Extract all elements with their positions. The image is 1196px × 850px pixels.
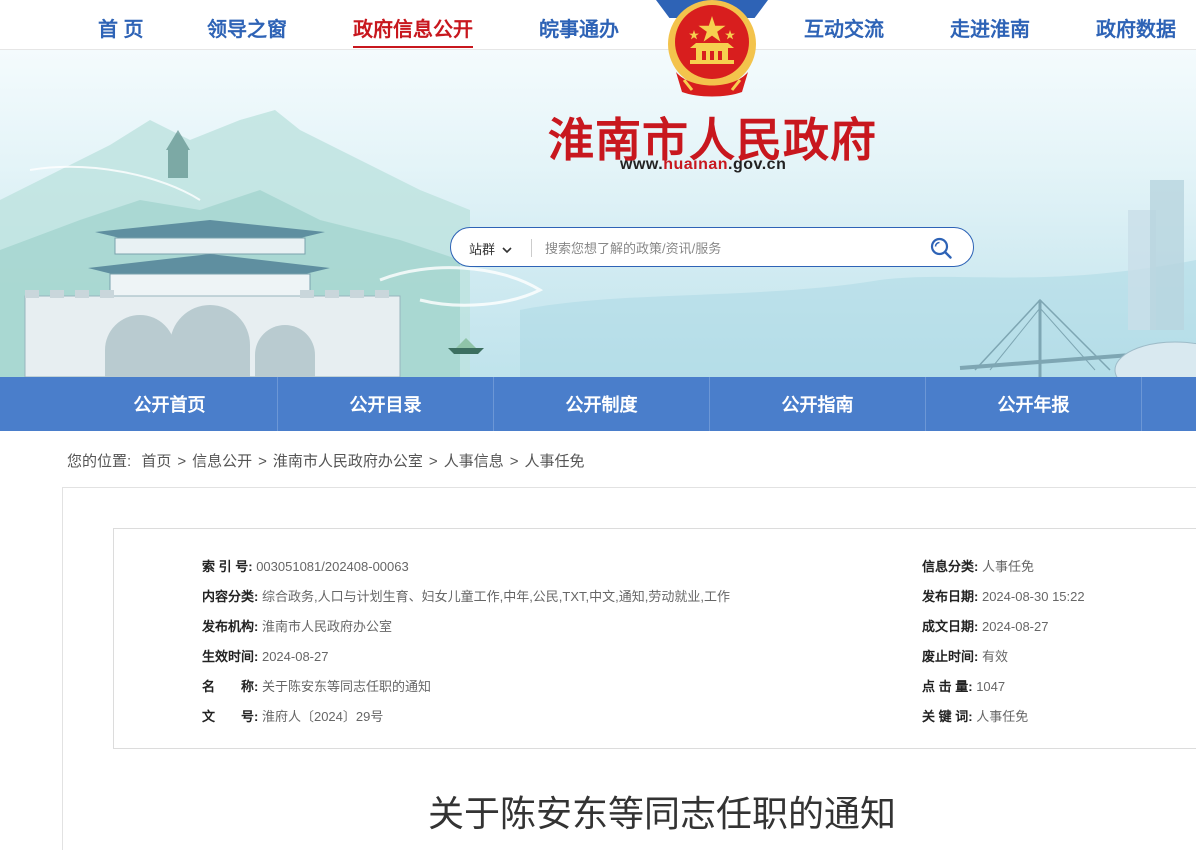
breadcrumb-item-personnel-info[interactable]: 人事信息 xyxy=(444,453,504,470)
disclosure-nav-rules[interactable]: 公开制度 xyxy=(494,377,710,431)
meta-content-category: 内容分类: 综合政务,人口与计划生育、妇女儿童工作,中年,公民,TXT,中文,通… xyxy=(202,589,730,604)
search-icon[interactable] xyxy=(929,236,953,260)
document-title: 关于陈安东等同志任职的通知 xyxy=(427,793,896,834)
breadcrumb-separator: > xyxy=(509,453,519,470)
meta-info-category: 信息分类: 人事任免 xyxy=(922,559,1034,574)
disclosure-nav-home[interactable]: 公开首页 xyxy=(62,377,278,431)
top-nav-item-interaction[interactable]: 互动交流 xyxy=(804,13,884,42)
disclosure-nav-catalog[interactable]: 公开目录 xyxy=(278,377,494,431)
breadcrumb-item-appointments[interactable]: 人事任免 xyxy=(524,453,584,470)
top-nav-item-gov-data[interactable]: 政府数据 xyxy=(1096,13,1176,42)
meta-name: 名 称: 关于陈安东等同志任职的通知 xyxy=(202,679,431,694)
top-nav-item-info-disclosure[interactable]: 政府信息公开 xyxy=(353,13,473,42)
top-nav-item-services[interactable]: 皖事通办 xyxy=(539,13,619,42)
search-scope-select[interactable]: 站群 xyxy=(469,239,512,258)
top-nav: 首 页 领导之窗 政府信息公开 皖事通办 互动交流 走进淮南 政府数据 xyxy=(0,0,1196,50)
breadcrumb-separator: > xyxy=(258,453,267,470)
breadcrumb-separator: > xyxy=(177,453,187,470)
top-nav-item-home[interactable]: 首 页 xyxy=(98,13,144,42)
banner-landscape-illustration xyxy=(0,110,1196,377)
breadcrumb-label: 您的位置: xyxy=(67,453,132,470)
header-banner: 淮南市人民政府 www.huainan.gov.cn 站群 xyxy=(0,50,1196,377)
breadcrumb: 您的位置: 首页 > 信息公开 > 淮南市人民政府办公室 > 人事信息 > 人事任免 xyxy=(67,450,584,471)
meta-document-number: 文 号: 淮府人〔2024〕29号 xyxy=(202,709,384,724)
breadcrumb-item-info-disclosure[interactable]: 信息公开 xyxy=(192,453,252,470)
meta-written-date: 成文日期: 2024-08-27 xyxy=(922,619,1049,634)
document-metadata-table: 索 引 号: 003051081/202408-00063 内容分类: 综合政务… xyxy=(113,528,1196,749)
breadcrumb-separator: > xyxy=(428,453,438,470)
meta-effective-date: 生效时间: 2024-08-27 xyxy=(202,649,329,664)
meta-keywords: 关 键 词: 人事任免 xyxy=(922,709,1029,724)
national-emblem-icon xyxy=(668,0,756,97)
top-nav-item-about-huainan[interactable]: 走进淮南 xyxy=(950,13,1030,42)
active-tab-indicator xyxy=(353,46,473,48)
top-nav-item-leaders[interactable]: 领导之窗 xyxy=(207,13,287,42)
breadcrumb-item-home[interactable]: 首页 xyxy=(141,453,171,470)
disclosure-nav: 公开首页 公开目录 公开制度 公开指南 公开年报 xyxy=(0,377,1196,431)
meta-views: 点 击 量: 1047 xyxy=(922,679,1006,694)
search-input[interactable] xyxy=(545,237,905,259)
breadcrumb-item-office[interactable]: 淮南市人民政府办公室 xyxy=(273,453,423,470)
meta-index-number: 索 引 号: 003051081/202408-00063 xyxy=(202,559,409,574)
search-bar: 站群 xyxy=(450,227,974,267)
national-emblem xyxy=(656,0,768,100)
meta-expiry: 废止时间: 有效 xyxy=(922,649,1008,664)
disclosure-nav-guide[interactable]: 公开指南 xyxy=(710,377,926,431)
meta-publish-date: 发布日期: 2024-08-30 15:22 xyxy=(922,589,1085,604)
search-divider xyxy=(531,239,532,257)
site-url: www.huainan.gov.cn xyxy=(620,156,787,173)
disclosure-nav-annual-report[interactable]: 公开年报 xyxy=(926,377,1142,431)
meta-publisher: 发布机构: 淮南市人民政府办公室 xyxy=(202,619,392,634)
chevron-down-icon xyxy=(502,247,512,254)
